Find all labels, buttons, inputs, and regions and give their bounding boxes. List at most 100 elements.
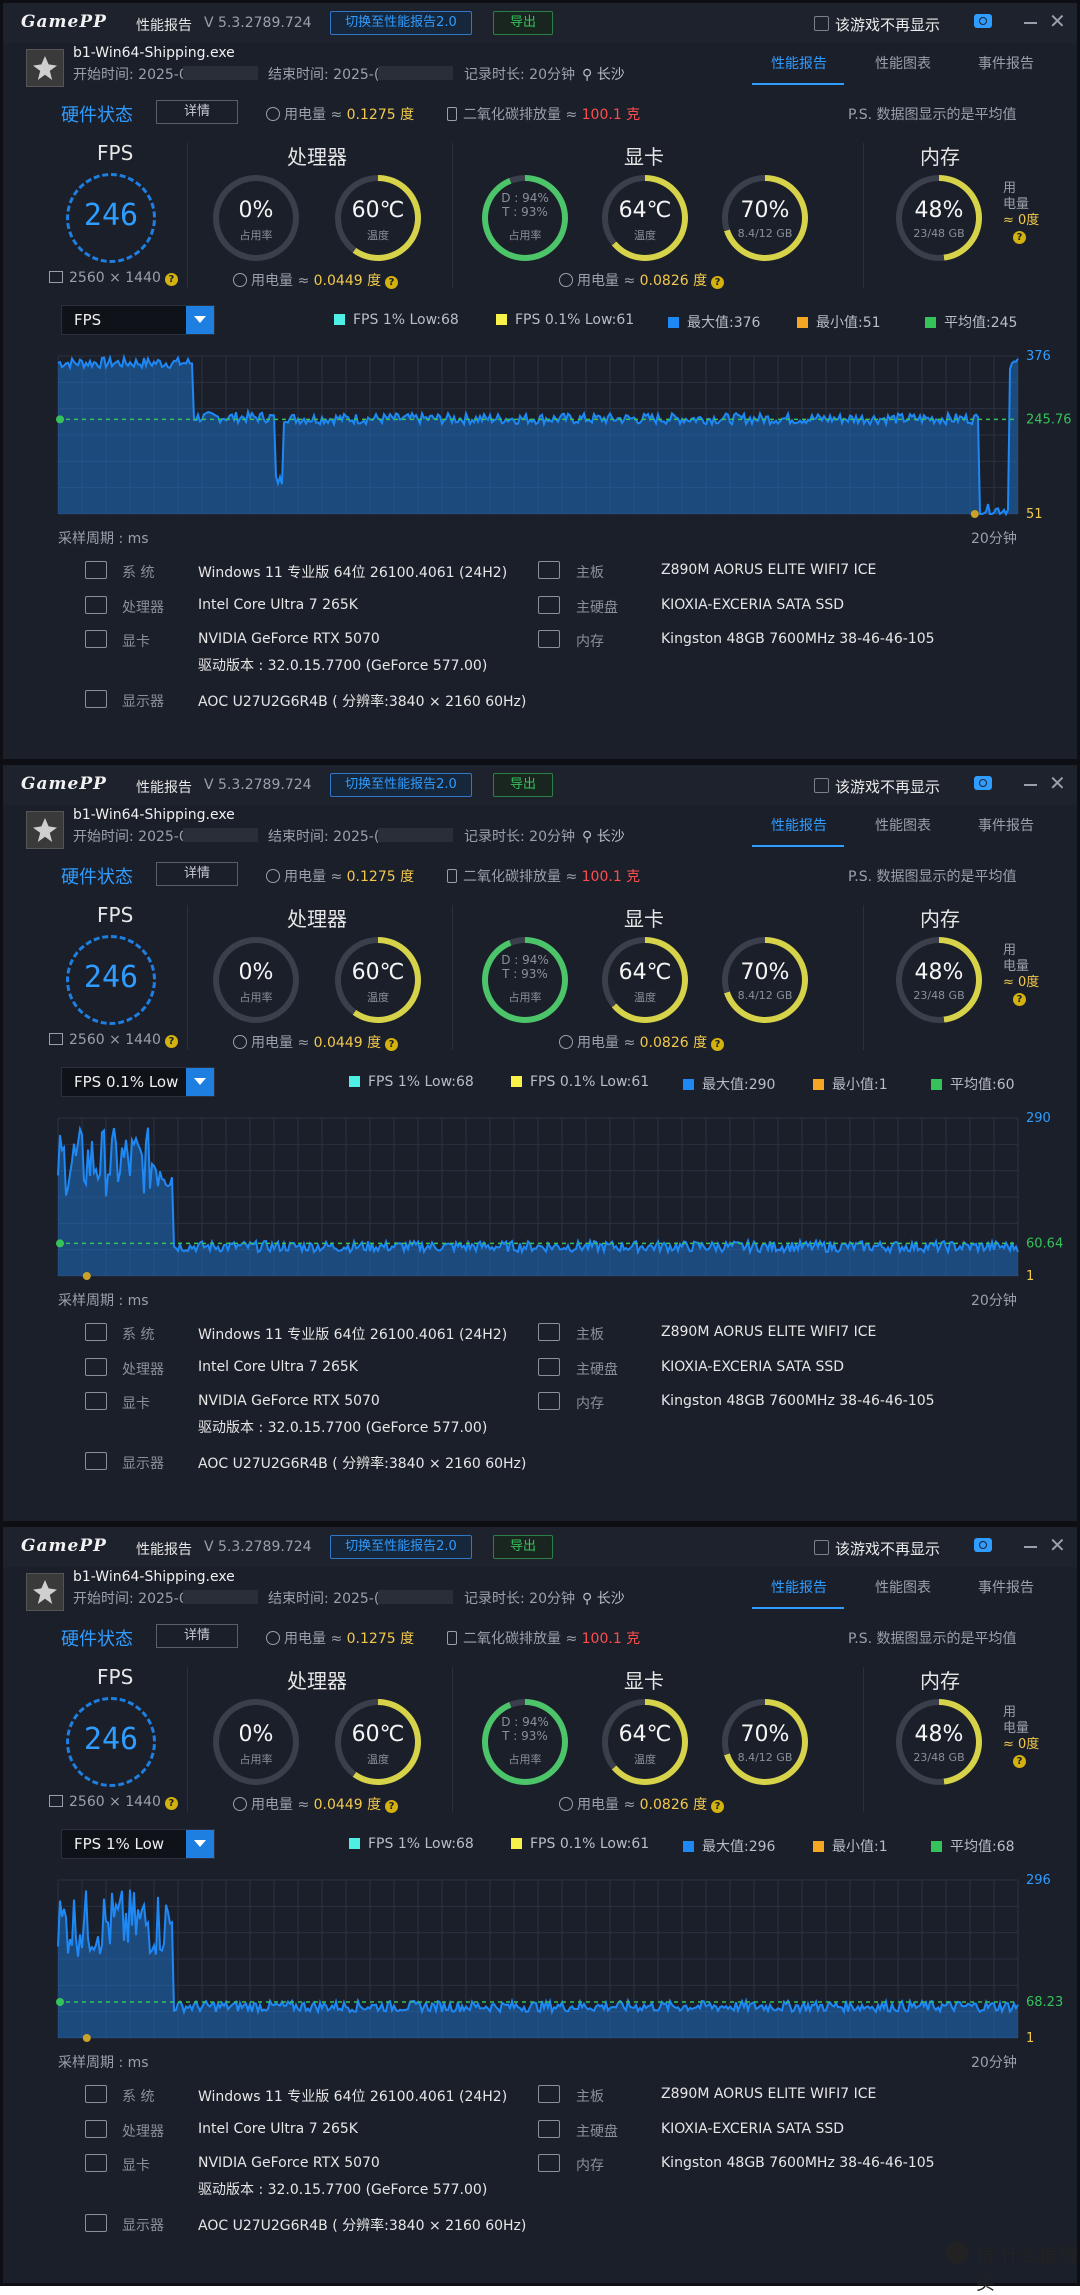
gpu-power: 用电量 ≈ 0.0826 度? bbox=[559, 1032, 725, 1052]
start-time: 开始时间: 2025-0 bbox=[73, 829, 188, 845]
dont-show-label[interactable]: 该游戏不再显示 bbox=[835, 776, 940, 797]
detail-button[interactable]: 详情 bbox=[156, 862, 238, 886]
location-pin-icon: ⚲ bbox=[582, 67, 597, 83]
dont-show-label[interactable]: 该游戏不再显示 bbox=[835, 14, 940, 35]
help-icon[interactable]: ? bbox=[711, 276, 725, 289]
cpu-value: Intel Core Ultra 7 265K bbox=[198, 2121, 358, 2137]
gpu-icon bbox=[85, 630, 107, 648]
cpu-usage-label: 占用率 bbox=[239, 229, 273, 242]
gpu-d-value: D : 94% bbox=[501, 953, 549, 967]
camera-icon[interactable] bbox=[974, 776, 992, 790]
metric-select[interactable]: FPS 0.1% Low bbox=[61, 1067, 215, 1097]
chevron-down-icon[interactable] bbox=[186, 1830, 214, 1858]
detail-button[interactable]: 详情 bbox=[156, 100, 238, 124]
help-icon[interactable]: ? bbox=[711, 1800, 725, 1813]
export-button[interactable]: 导出 bbox=[493, 773, 553, 797]
minimize-icon[interactable] bbox=[1024, 1546, 1037, 1548]
help-icon[interactable]: ? bbox=[1013, 993, 1026, 1006]
metric-select[interactable]: FPS bbox=[61, 305, 215, 335]
camera-icon[interactable] bbox=[974, 1538, 992, 1552]
gpu-temp-value: 64℃ bbox=[618, 960, 672, 985]
help-icon[interactable]: ? bbox=[164, 273, 178, 286]
min-marker bbox=[82, 1272, 91, 1280]
gpu-memory-sub: 8.4/12 GB bbox=[737, 227, 793, 240]
board-value: Z890M AORUS ELITE WIFI7 ICE bbox=[661, 1324, 877, 1340]
minimize-icon[interactable] bbox=[1024, 22, 1037, 24]
redacted-block bbox=[183, 828, 258, 842]
tab-event-report[interactable]: 事件报告 bbox=[978, 1577, 1034, 1597]
sample-period-label: 采样周期 : ms bbox=[58, 2055, 149, 2071]
gpu-key: 显卡 bbox=[122, 2158, 150, 2174]
detail-button[interactable]: 详情 bbox=[156, 1624, 238, 1648]
legend-avg: 平均值:68 bbox=[931, 1836, 1015, 1856]
camera-icon[interactable] bbox=[974, 14, 992, 28]
tab-performance-report[interactable]: 性能报告 bbox=[771, 815, 827, 835]
tab-performance-chart[interactable]: 性能图表 bbox=[875, 53, 931, 73]
close-icon[interactable]: ✕ bbox=[1049, 771, 1066, 795]
metric-select[interactable]: FPS 1% Low bbox=[61, 1829, 215, 1859]
power-icon bbox=[559, 1797, 573, 1811]
avg-marker bbox=[56, 415, 64, 424]
min-marker bbox=[82, 2034, 91, 2042]
switch-report-button[interactable]: 切换至性能报告2.0 bbox=[330, 773, 472, 797]
export-button[interactable]: 导出 bbox=[493, 1535, 553, 1559]
app-logo: GamePP bbox=[21, 12, 107, 32]
help-icon[interactable]: ? bbox=[711, 1038, 725, 1051]
help-icon[interactable]: ? bbox=[385, 1038, 399, 1051]
cpu-section-title: 处理器 bbox=[287, 145, 347, 169]
disk-value: KIOXIA-EXCERIA SATA SSD bbox=[661, 1359, 845, 1375]
max-label: 296 bbox=[1026, 1873, 1051, 1888]
help-icon[interactable]: ? bbox=[385, 276, 399, 289]
export-button[interactable]: 导出 bbox=[493, 11, 553, 35]
cpu-value: Intel Core Ultra 7 265K bbox=[198, 1359, 358, 1375]
legend-fps-1-low: FPS 1% Low:68 bbox=[334, 312, 459, 328]
close-icon[interactable]: ✕ bbox=[1049, 1533, 1066, 1557]
switch-report-button[interactable]: 切换至性能报告2.0 bbox=[330, 1535, 472, 1559]
legend-fps-01-low: FPS 0.1% Low:61 bbox=[511, 1836, 649, 1852]
tab-event-report[interactable]: 事件报告 bbox=[978, 815, 1034, 835]
avg-label: 68.23 bbox=[1026, 1995, 1063, 2010]
legend-fps-01-low: FPS 0.1% Low:61 bbox=[496, 312, 634, 328]
version-label: V 5.3.2789.724 bbox=[204, 777, 312, 793]
memory-value: 48% bbox=[914, 198, 964, 223]
switch-report-button[interactable]: 切换至性能报告2.0 bbox=[330, 11, 472, 35]
system-icon bbox=[85, 2085, 107, 2103]
chevron-down-icon[interactable] bbox=[186, 306, 214, 334]
power-icon bbox=[233, 273, 247, 287]
gpu-d-value: D : 94% bbox=[501, 1715, 549, 1729]
avg-marker bbox=[56, 1997, 64, 2006]
gpu-icon bbox=[85, 2154, 107, 2172]
divider bbox=[187, 143, 188, 288]
minimize-icon[interactable] bbox=[1024, 784, 1037, 786]
dont-show-checkbox[interactable] bbox=[814, 16, 829, 31]
memory-sub: 23/48 GB bbox=[913, 227, 965, 240]
tab-event-report[interactable]: 事件报告 bbox=[978, 53, 1034, 73]
system-icon bbox=[85, 1323, 107, 1341]
chevron-down-icon[interactable] bbox=[186, 1068, 214, 1096]
tab-performance-report[interactable]: 性能报告 bbox=[771, 53, 827, 73]
memory-power: 用 电量 ≈ 0度 ? bbox=[1003, 1705, 1040, 1768]
gpu-section-title: 显卡 bbox=[624, 1669, 664, 1693]
tab-performance-chart[interactable]: 性能图表 bbox=[875, 1577, 931, 1597]
active-tab-indicator bbox=[752, 83, 844, 85]
game-icon bbox=[26, 811, 64, 849]
help-icon[interactable]: ? bbox=[1013, 1755, 1026, 1768]
duration-axis-label: 20分钟 bbox=[971, 531, 1017, 547]
window-title: 性能报告 bbox=[136, 1542, 192, 1558]
dont-show-checkbox[interactable] bbox=[814, 1540, 829, 1555]
ram-icon bbox=[538, 2154, 560, 2172]
close-icon[interactable]: ✕ bbox=[1049, 9, 1066, 33]
dont-show-checkbox[interactable] bbox=[814, 778, 829, 793]
dont-show-label[interactable]: 该游戏不再显示 bbox=[835, 1538, 940, 1559]
tab-performance-chart[interactable]: 性能图表 bbox=[875, 815, 931, 835]
help-icon[interactable]: ? bbox=[164, 1035, 178, 1048]
redacted-block bbox=[183, 1590, 258, 1604]
driver-value: 驱动版本 : 32.0.15.7700 (GeForce 577.00) bbox=[198, 2182, 488, 2198]
cpu-power: 用电量 ≈ 0.0449 度? bbox=[233, 270, 399, 290]
metric-select-value: FPS 0.1% Low bbox=[74, 1073, 179, 1091]
help-icon[interactable]: ? bbox=[1013, 231, 1026, 244]
help-icon[interactable]: ? bbox=[385, 1800, 399, 1813]
tab-performance-report[interactable]: 性能报告 bbox=[771, 1577, 827, 1597]
help-icon[interactable]: ? bbox=[164, 1797, 178, 1810]
memory-value: 48% bbox=[914, 1722, 964, 1747]
